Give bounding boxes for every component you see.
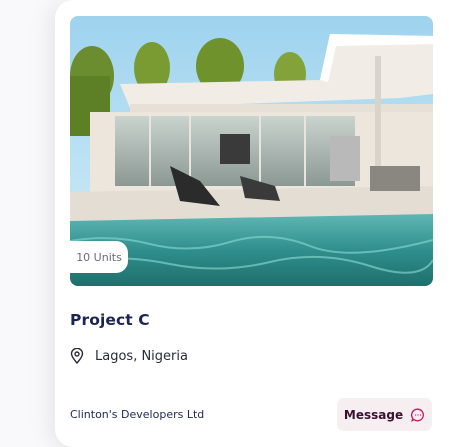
chat-bubble-icon [411, 408, 425, 422]
page: 10 Units Project C Lagos, Nigeria Clinto… [0, 0, 449, 447]
location-text: Lagos, Nigeria [95, 348, 188, 364]
units-badge-label: 10 Units [76, 250, 122, 264]
developer-name[interactable]: Clinton's Developers Ltd [70, 408, 204, 421]
message-button[interactable]: Message [337, 398, 432, 431]
map-pin-icon [70, 348, 84, 364]
units-badge: 10 Units [70, 241, 128, 273]
project-title[interactable]: Project C [70, 311, 150, 329]
location-row: Lagos, Nigeria [70, 348, 188, 364]
message-button-label: Message [343, 407, 404, 422]
